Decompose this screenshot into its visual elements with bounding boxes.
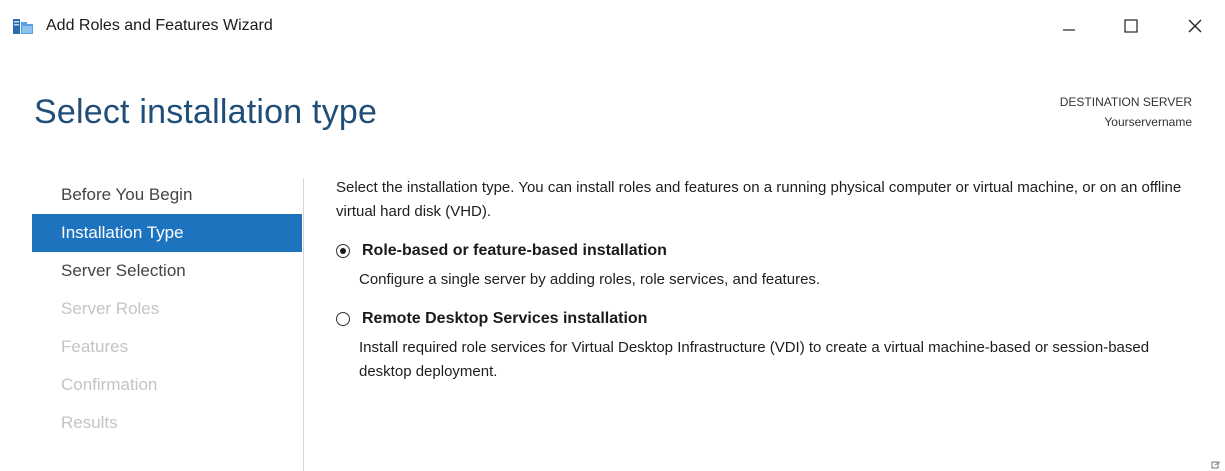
remote-desktop-radio[interactable] — [336, 312, 350, 326]
title-bar: Add Roles and Features Wizard — [0, 0, 1225, 52]
destination-server: DESTINATION SERVER Yourservername — [1060, 92, 1192, 132]
role-based-radio-row[interactable]: Role-based or feature-based installation — [336, 238, 1204, 264]
nav-divider — [303, 178, 304, 471]
server-manager-icon — [13, 19, 33, 34]
destination-server-label: DESTINATION SERVER — [1059, 95, 1192, 109]
remote-desktop-description: Install required role services for Virtu… — [359, 339, 1150, 380]
nav-item-installation-type[interactable]: Installation Type — [32, 214, 302, 252]
radio-selected-dot — [340, 248, 346, 254]
nav-item-confirmation: Confirmation — [61, 375, 158, 394]
minimize-button[interactable] — [1046, 6, 1092, 46]
destination-server-name: Yourservername — [1104, 115, 1192, 129]
wizard-nav: Before You Begin Installation Type Serve… — [32, 176, 302, 442]
option-role-based: Role-based or feature-based installation… — [336, 238, 1204, 292]
close-button[interactable] — [1172, 6, 1218, 46]
remote-desktop-radio-row[interactable]: Remote Desktop Services installation — [336, 306, 1204, 332]
nav-item-features: Features — [61, 337, 129, 356]
close-icon — [1188, 19, 1202, 33]
content-pane: Select the installation type. You can in… — [336, 176, 1204, 384]
minimize-icon — [1063, 29, 1075, 31]
resize-grip-icon[interactable] — [1211, 461, 1221, 469]
option-remote-desktop: Remote Desktop Services installation Ins… — [336, 306, 1204, 384]
maximize-icon — [1124, 19, 1138, 33]
nav-item-server-roles: Server Roles — [61, 299, 160, 318]
role-based-radio[interactable] — [336, 244, 350, 258]
nav-item-results: Results — [61, 413, 118, 432]
nav-item-server-selection[interactable]: Server Selection — [32, 252, 302, 290]
remote-desktop-label[interactable]: Remote Desktop Services installation — [362, 310, 647, 328]
intro-text: Select the installation type. You can in… — [336, 179, 1182, 220]
role-based-description: Configure a single server by adding role… — [359, 271, 821, 288]
page-title: Select installation type — [34, 93, 378, 131]
window-title: Add Roles and Features Wizard — [46, 17, 273, 34]
nav-item-before-you-begin[interactable]: Before You Begin — [32, 176, 302, 214]
maximize-button[interactable] — [1108, 6, 1154, 46]
role-based-label[interactable]: Role-based or feature-based installation — [362, 242, 667, 260]
